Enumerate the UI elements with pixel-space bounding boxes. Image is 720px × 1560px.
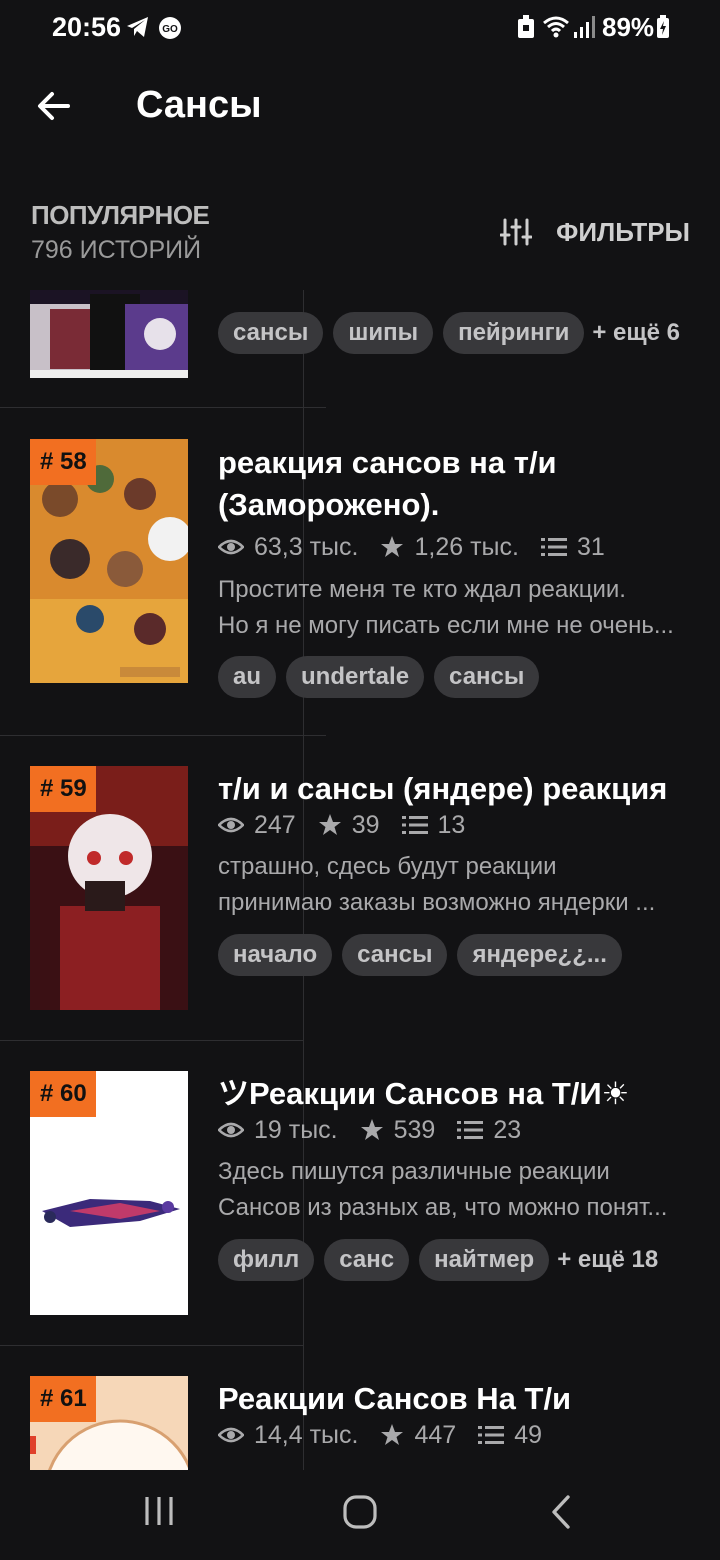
sort-selector[interactable]: ПОПУЛЯРНОЕ <box>31 200 210 231</box>
app-bar: Сансы <box>0 66 720 150</box>
tag-chip[interactable]: сансы <box>342 934 448 976</box>
story-item[interactable]: сансы шипы пейринги + ещё 6 <box>0 290 720 408</box>
star-icon <box>381 536 404 557</box>
parts-count: 13 <box>437 810 466 839</box>
stars-count: 1,26 тыс. <box>414 532 519 561</box>
star-icon <box>381 1424 404 1445</box>
eye-icon <box>218 539 244 555</box>
story-description: Здесь пишутся различные реакции Сансов и… <box>218 1158 668 1221</box>
tag-chip[interactable]: филл <box>218 1239 315 1281</box>
star-icon <box>318 814 341 835</box>
story-title[interactable]: реакция сансов на т/и (Заморожено). <box>218 442 692 526</box>
tag-list: сансы шипы пейринги + ещё 6 <box>218 312 710 354</box>
tag-chip[interactable]: найтмер <box>419 1239 550 1281</box>
more-tags[interactable]: + ещё 18 <box>557 1246 658 1274</box>
parts-count: 23 <box>493 1115 522 1144</box>
story-cover: # 61 <box>30 1376 188 1470</box>
home-icon[interactable] <box>342 1494 378 1530</box>
rank-badge: # 58 <box>30 439 96 485</box>
story-title[interactable]: Реакции Сансов На Т/и <box>218 1378 692 1420</box>
tag-list: начало сансы яндере¿¿... <box>218 934 710 976</box>
status-bar: 20:56 GO 89% <box>0 0 720 56</box>
story-description: страшно, сдесь будут реакции принимаю за… <box>218 853 656 916</box>
rank-badge: # 61 <box>30 1376 96 1422</box>
story-description: Простите меня те кто ждал реакции. Но я … <box>218 576 674 639</box>
story-count: 796 ИСТОРИЙ <box>31 236 202 264</box>
story-item[interactable]: # 61 Реакции Сансов На Т/и 14,4 тыс. 447… <box>0 1346 720 1470</box>
tag-chip[interactable]: шипы <box>333 312 434 354</box>
arrow-left-icon[interactable] <box>34 86 74 126</box>
views-count: 19 тыс. <box>254 1115 338 1144</box>
filters-button[interactable]: ФИЛЬТРЫ <box>500 212 690 252</box>
star-icon <box>360 1119 383 1140</box>
signal-icon <box>574 16 595 38</box>
story-cover: # 60 <box>30 1071 188 1315</box>
tag-chip[interactable]: сансы <box>218 312 324 354</box>
sort-bar: ПОПУЛЯРНОЕ 796 ИСТОРИЙ ФИЛЬТРЫ <box>0 196 720 276</box>
story-list[interactable]: сансы шипы пейринги + ещё 6 # 58 реакция… <box>0 290 720 1470</box>
sliders-icon <box>500 218 533 246</box>
recent-apps-icon[interactable] <box>142 1494 176 1528</box>
story-cover: # 59 <box>30 766 188 1010</box>
svg-text:GO: GO <box>162 24 178 35</box>
lock-battery-icon <box>518 15 534 38</box>
list-icon <box>478 1426 505 1444</box>
tag-chip[interactable]: au <box>218 656 277 698</box>
tag-chip[interactable]: сансы <box>434 656 540 698</box>
page-title: Сансы <box>136 84 262 126</box>
story-item[interactable]: # 60 ツРеакции Сансов на Т/И☀ 19 тыс. 539… <box>0 1041 720 1346</box>
stars-count: 39 <box>351 810 380 839</box>
system-nav-bar <box>0 1470 720 1560</box>
stars-count: 539 <box>393 1115 436 1144</box>
story-item[interactable]: # 59 т/и и сансы (яндере) реакция 247 39… <box>0 736 720 1041</box>
tag-list: филл санс найтмер + ещё 18 <box>218 1239 710 1281</box>
tag-chip[interactable]: начало <box>218 934 333 976</box>
story-item[interactable]: # 58 реакция сансов на т/и (Заморожено).… <box>0 408 720 736</box>
list-icon <box>401 816 428 834</box>
list-icon <box>540 538 567 556</box>
tag-chip[interactable]: пейринги <box>443 312 585 354</box>
telegram-icon <box>127 17 148 37</box>
rank-badge: # 59 <box>30 766 96 812</box>
status-time: 20:56 <box>52 12 122 42</box>
battery-percent: 89% <box>602 12 655 42</box>
tag-chip[interactable]: undertale <box>286 656 425 698</box>
story-cover <box>30 290 188 378</box>
eye-icon <box>218 1427 244 1443</box>
parts-count: 31 <box>576 532 605 561</box>
parts-count: 49 <box>514 1420 542 1449</box>
story-stats: 63,3 тыс. 1,26 тыс. 31 <box>218 532 700 562</box>
story-stats: 14,4 тыс. 447 49 <box>218 1420 700 1450</box>
rank-badge: # 60 <box>30 1071 96 1117</box>
story-title[interactable]: т/и и сансы (яндере) реакция <box>218 768 692 810</box>
more-tags[interactable]: + ещё 6 <box>592 319 680 347</box>
eye-icon <box>218 817 244 833</box>
tag-list: au undertale сансы <box>218 656 710 698</box>
views-count: 247 <box>254 810 296 839</box>
list-icon <box>457 1121 484 1139</box>
tag-chip[interactable]: яндере¿¿... <box>457 934 622 976</box>
story-stats: 247 39 13 <box>218 810 700 840</box>
battery-icon <box>657 15 669 38</box>
views-count: 63,3 тыс. <box>254 532 359 561</box>
go-app-icon: GO <box>159 17 181 39</box>
wifi-icon <box>543 16 569 38</box>
filters-label: ФИЛЬТРЫ <box>556 216 690 247</box>
eye-icon <box>218 1122 244 1138</box>
back-nav-icon[interactable] <box>548 1494 574 1530</box>
story-stats: 19 тыс. 539 23 <box>218 1115 700 1145</box>
tag-chip[interactable]: санс <box>324 1239 410 1281</box>
story-title[interactable]: ツРеакции Сансов на Т/И☀ <box>218 1073 692 1115</box>
stars-count: 447 <box>414 1420 457 1449</box>
story-cover: # 58 <box>30 439 188 683</box>
views-count: 14,4 тыс. <box>254 1420 359 1449</box>
